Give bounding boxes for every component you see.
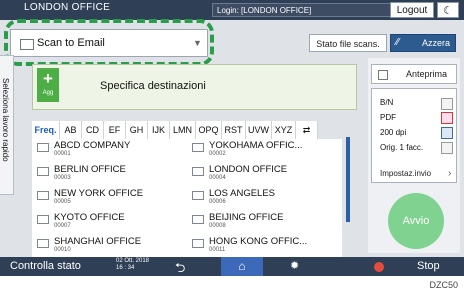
- setting-color: B/N: [380, 98, 394, 107]
- setting-original: Orig. 1 facc.: [380, 143, 424, 152]
- reset-button[interactable]: ⁄⁄ Azzera: [390, 34, 456, 52]
- address-list: ABCD COMPANY 00001 YOKOHAMA OFFIC... 000…: [32, 139, 342, 257]
- envelope-icon: [192, 239, 204, 248]
- list-item[interactable]: SHANGHAI OFFICE 00010: [32, 235, 182, 255]
- color-mode-icon: [441, 98, 453, 110]
- panel-screen: LONDON OFFICE Login: [LONDON OFFICE] Log…: [0, 0, 464, 276]
- tab-freq[interactable]: Freq.: [32, 121, 60, 139]
- tab-uvw[interactable]: UVW: [246, 121, 272, 139]
- check-status-button[interactable]: Controlla stato: [10, 260, 81, 272]
- tab-gh[interactable]: GH: [126, 121, 148, 139]
- home-button[interactable]: ⌂: [221, 257, 263, 276]
- list-item[interactable]: NEW YORK OFFICE 00005: [32, 187, 182, 207]
- checkbox[interactable]: [378, 70, 388, 80]
- list-item[interactable]: HONG KONG OFFIC... 00011: [187, 235, 337, 255]
- tab-cd[interactable]: CD: [82, 121, 104, 139]
- back-icon[interactable]: ⮌: [175, 259, 185, 276]
- tab-lmn[interactable]: LMN: [170, 121, 196, 139]
- envelope-icon: [37, 215, 49, 224]
- envelope-icon: [192, 191, 204, 200]
- scan-file-status-button[interactable]: Stato file scans.: [309, 34, 387, 52]
- index-tabs: Freq. AB CD EF GH IJK LMN OPQ RST UVW XY…: [32, 121, 342, 139]
- eraser-icon: ⁄⁄: [396, 37, 400, 48]
- gear-icon[interactable]: ✹: [290, 259, 299, 272]
- list-item[interactable]: YOKOHAMA OFFIC... 00002: [187, 139, 337, 159]
- list-item[interactable]: KYOTO OFFICE 00007: [32, 211, 182, 231]
- envelope-icon: [37, 167, 49, 176]
- send-settings-link[interactable]: Impostaz.invio: [380, 169, 431, 178]
- logout-button[interactable]: Logout: [390, 2, 434, 18]
- envelope-icon: [37, 191, 49, 200]
- clock: 02 Ott. 2018 16 : 34: [116, 258, 150, 271]
- list-item[interactable]: BEIJING OFFICE 00008: [187, 211, 337, 231]
- bottom-bar: Controlla stato 02 Ott. 2018 16 : 34 ⮌ ⌂ …: [0, 257, 464, 276]
- tab-rst[interactable]: RST: [222, 121, 246, 139]
- preview-toggle[interactable]: Anteprima: [371, 64, 457, 84]
- preview-label: Anteprima: [406, 69, 448, 79]
- list-item[interactable]: LONDON OFFICE 00004: [187, 163, 337, 183]
- stop-button[interactable]: Stop: [417, 260, 440, 272]
- home-icon: ⌂: [238, 259, 246, 273]
- add-label: Agg: [42, 90, 54, 96]
- destination-label: Specifica destinazioni: [100, 80, 206, 92]
- envelope-icon: [192, 215, 204, 224]
- figure-code: DZC50: [429, 280, 458, 290]
- plus-icon: +: [43, 69, 53, 88]
- quick-job-tab[interactable]: Seleziona lavoro rapido: [0, 55, 14, 195]
- add-destination-button[interactable]: + Agg: [37, 68, 59, 102]
- tab-opq[interactable]: OPQ: [196, 121, 222, 139]
- envelope-icon: [192, 143, 204, 152]
- original-icon: [441, 142, 453, 154]
- device-title: LONDON OFFICE: [24, 2, 111, 13]
- reset-label: Azzera: [422, 38, 451, 48]
- resolution-icon: [441, 127, 453, 139]
- envelope-icon: [37, 143, 49, 152]
- highlight-callout: [4, 19, 214, 66]
- top-bar: LONDON OFFICE Login: [LONDON OFFICE] Log…: [0, 0, 464, 20]
- stop-icon: [374, 262, 384, 272]
- setting-format: PDF: [380, 113, 396, 122]
- list-item[interactable]: BERLIN OFFICE 00003: [32, 163, 182, 183]
- tab-ef[interactable]: EF: [104, 121, 126, 139]
- list-item[interactable]: ABCD COMPANY 00001: [32, 139, 182, 159]
- envelope-icon: [37, 239, 49, 248]
- chevron-right-icon: ›: [448, 168, 452, 179]
- quick-job-label: Seleziona lavoro rapido: [1, 78, 10, 162]
- setting-resolution: 200 dpi: [380, 128, 407, 137]
- pdf-icon: [441, 112, 453, 124]
- energy-saver-icon[interactable]: ☾: [437, 2, 459, 18]
- tab-xyz[interactable]: XYZ: [272, 121, 296, 139]
- tab-ab[interactable]: AB: [60, 121, 82, 139]
- list-item[interactable]: LOS ANGELES 00006: [187, 187, 337, 207]
- swap-icon[interactable]: ⇄: [296, 121, 318, 139]
- send-settings-panel[interactable]: B/N PDF 200 dpi Orig. 1 facc. Impostaz.i…: [371, 88, 457, 183]
- start-button[interactable]: Avvio: [388, 193, 444, 249]
- tab-ijk[interactable]: IJK: [148, 121, 170, 139]
- envelope-icon: [192, 167, 204, 176]
- list-scrollbar[interactable]: [346, 137, 350, 222]
